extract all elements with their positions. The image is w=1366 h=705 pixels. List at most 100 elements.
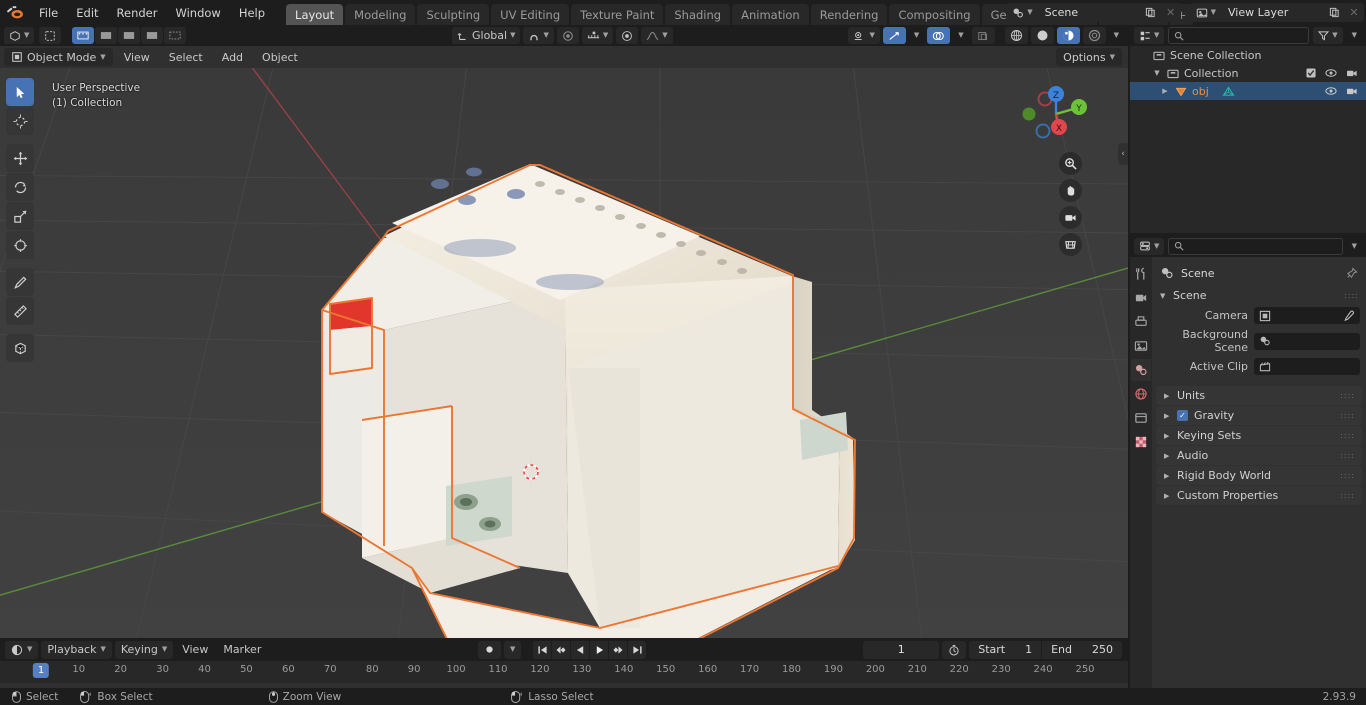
scene-name[interactable]: Scene: [1036, 3, 1141, 22]
camera-icon[interactable]: [1346, 86, 1358, 96]
zoom-icon[interactable]: [1059, 152, 1082, 175]
select-mode-1-icon[interactable]: [72, 27, 95, 44]
camera-icon[interactable]: [1346, 68, 1358, 78]
editor-type-icon[interactable]: ▼: [4, 27, 35, 44]
workspace-tab-animation[interactable]: Animation: [732, 4, 809, 25]
transform-orientation-dropdown[interactable]: Global ▼: [452, 27, 521, 44]
checkbox-icon[interactable]: [1306, 68, 1316, 78]
new-view-layer-button[interactable]: [1324, 3, 1344, 22]
properties-tab-texture[interactable]: [1131, 431, 1151, 453]
remove-view-layer-button[interactable]: ✕: [1344, 3, 1364, 22]
workspace-tab-modeling[interactable]: Modeling: [345, 4, 416, 25]
jump-to-end-button[interactable]: [628, 640, 647, 659]
filter-icon[interactable]: ▼: [1313, 27, 1343, 44]
ortho-persp-icon[interactable]: [1059, 233, 1082, 256]
panel-header-audio[interactable]: ▶ Audio ::::: [1156, 446, 1362, 465]
menu-window[interactable]: Window: [166, 3, 229, 23]
outliner-row-collection[interactable]: ▼ Collection: [1130, 64, 1366, 82]
scene-selector[interactable]: ▼ Scene ✕: [1007, 3, 1181, 22]
active-clip-field[interactable]: [1254, 358, 1360, 375]
timeline-playhead[interactable]: 1: [32, 663, 50, 678]
start-frame-field[interactable]: Start 1: [969, 640, 1042, 659]
visibility-icon[interactable]: ▼: [848, 27, 880, 44]
gizmo-dropdown[interactable]: ▼: [909, 27, 924, 44]
timeline-menu-playback[interactable]: Playback ▼: [41, 640, 112, 659]
select-mode-3-icon[interactable]: [118, 27, 141, 44]
tool-move[interactable]: [6, 144, 34, 172]
properties-tab-output[interactable]: [1131, 311, 1151, 333]
outliner-filter-dropdown[interactable]: ▼: [1347, 27, 1362, 44]
tool-rotate[interactable]: [6, 173, 34, 201]
eyedropper-icon[interactable]: [1343, 310, 1355, 322]
proportional-falloff-toggle[interactable]: [616, 27, 639, 44]
view-layer-selector[interactable]: ▼ View Layer ✕: [1190, 3, 1364, 22]
viewport-3d-object[interactable]: [0, 68, 1128, 638]
shading-wireframe-icon[interactable]: [1004, 27, 1028, 44]
current-frame-field[interactable]: 1: [863, 640, 940, 659]
workspace-tab-sculpting[interactable]: Sculpting: [417, 4, 490, 25]
blender-logo-icon[interactable]: [0, 0, 30, 25]
editor-type-selector[interactable]: ▼: [4, 27, 35, 44]
jump-next-keyframe-button[interactable]: [609, 640, 628, 659]
new-scene-button[interactable]: [1140, 3, 1161, 22]
workspace-tab-rendering[interactable]: Rendering: [810, 4, 888, 25]
tool-annotate[interactable]: [6, 268, 34, 296]
tool-measure[interactable]: [6, 297, 34, 325]
play-button[interactable]: [590, 640, 609, 659]
camera-icon[interactable]: [1059, 206, 1082, 229]
end-frame-field[interactable]: End 250: [1042, 640, 1122, 659]
select-mode-5-icon[interactable]: [164, 27, 187, 44]
tool-transform[interactable]: [6, 231, 34, 259]
interaction-mode-dropdown[interactable]: Object Mode ▼: [4, 48, 113, 66]
tool-add-cube[interactable]: [6, 334, 34, 362]
menu-file[interactable]: File: [30, 3, 67, 23]
overlays-icon[interactable]: [927, 27, 951, 44]
workspace-tab-compositing[interactable]: Compositing: [889, 4, 980, 25]
timeline-ruler[interactable]: 10 20 30 40 50 60 70 80 90 100 110 120 130 140 150 160 1…: [0, 661, 1128, 683]
workspace-tab-shading[interactable]: Shading: [665, 4, 731, 25]
auto-keying-dropdown[interactable]: ▼: [504, 640, 522, 659]
xray-icon[interactable]: [971, 27, 995, 44]
background-scene-field[interactable]: [1254, 332, 1360, 350]
properties-tab-tool[interactable]: [1131, 263, 1151, 285]
jump-prev-keyframe-button[interactable]: [552, 640, 571, 659]
tool-tweak-select[interactable]: [6, 78, 34, 106]
timeline-menu-keying[interactable]: Keying ▼: [114, 640, 174, 659]
panel-header-units[interactable]: ▶ Units ::::: [1156, 386, 1362, 405]
viewport-menu-select[interactable]: Select: [161, 48, 211, 66]
shading-rendered-icon[interactable]: [1082, 27, 1106, 44]
select-mode-4-icon[interactable]: [141, 27, 164, 44]
menu-render[interactable]: Render: [108, 3, 167, 23]
properties-tab-object[interactable]: [1131, 407, 1151, 429]
shading-dropdown[interactable]: ▼: [1109, 27, 1124, 44]
auto-keying-button[interactable]: [478, 640, 501, 659]
properties-tab-render[interactable]: [1131, 287, 1151, 309]
snap-magnet-button[interactable]: ▼: [523, 27, 554, 44]
shading-solid-icon[interactable]: [1030, 27, 1054, 44]
select-mode-2-icon[interactable]: [95, 27, 118, 44]
outliner-editor-type-icon[interactable]: ▼: [1134, 27, 1165, 44]
workspace-tab-layout[interactable]: Layout: [286, 4, 344, 25]
sidebar-collapse-arrow-icon[interactable]: ‹: [1118, 143, 1128, 165]
properties-editor-type-icon[interactable]: ▼: [1134, 237, 1165, 255]
properties-options-dropdown[interactable]: ▼: [1347, 238, 1362, 255]
gravity-checkbox[interactable]: ✓: [1177, 410, 1188, 421]
proportional-editing-button[interactable]: [556, 27, 579, 44]
shading-material-preview-icon[interactable]: [1056, 27, 1080, 44]
outliner-row-scene-collection[interactable]: Scene Collection: [1130, 46, 1366, 64]
panel-header-rigid-body-world[interactable]: ▶ Rigid Body World ::::: [1156, 466, 1362, 485]
viewport-menu-view[interactable]: View: [116, 48, 158, 66]
tool-scale[interactable]: [6, 202, 34, 230]
viewport-menu-add[interactable]: Add: [214, 48, 251, 66]
falloff-curve-icon[interactable]: ▼: [641, 27, 673, 44]
tool-cursor[interactable]: [6, 107, 34, 135]
options-dropdown[interactable]: Options ▼: [1056, 48, 1122, 66]
play-reverse-button[interactable]: [571, 640, 590, 659]
panel-header-custom-properties[interactable]: ▶ Custom Properties ::::: [1156, 486, 1362, 505]
properties-tab-view-layer[interactable]: [1131, 335, 1151, 357]
panel-header-gravity[interactable]: ▶ ✓ Gravity ::::: [1156, 406, 1362, 425]
properties-tab-scene[interactable]: [1131, 359, 1151, 381]
workspace-tab-uv-editing[interactable]: UV Editing: [491, 4, 570, 25]
navigation-gizmo[interactable]: Z Y X: [1020, 78, 1092, 150]
camera-field[interactable]: [1254, 307, 1360, 324]
